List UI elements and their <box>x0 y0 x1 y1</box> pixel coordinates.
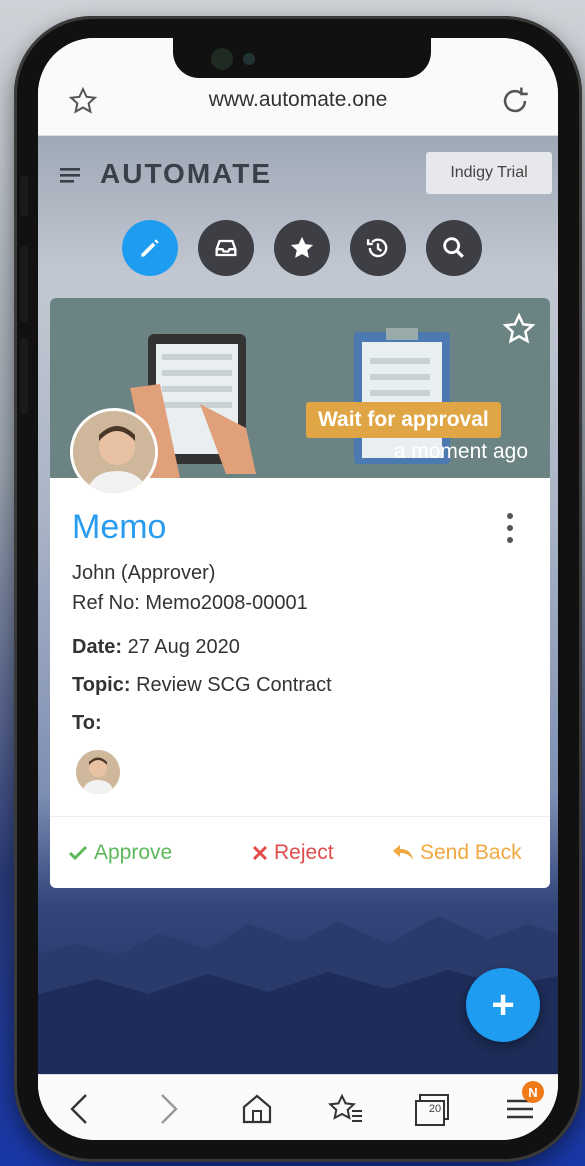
recipient-avatar[interactable] <box>76 750 120 794</box>
topic-value: Review SCG Contract <box>136 674 332 696</box>
phone-volume-down <box>20 338 28 414</box>
add-button[interactable]: + <box>466 968 540 1042</box>
phone-screen: www.automate.one AUTOMATE Indigy Trial W… <box>38 38 558 1140</box>
approver-text: John (Approver) <box>72 562 216 584</box>
search-icon <box>443 237 464 258</box>
cross-icon <box>252 845 268 861</box>
memo-title[interactable]: Memo <box>72 508 166 547</box>
trial-badge[interactable]: Indigy Trial <box>426 152 552 194</box>
app-brand: AUTOMATE <box>100 158 273 189</box>
camera-icon <box>211 48 233 70</box>
notification-badge: N <box>522 1081 544 1103</box>
forward-icon[interactable] <box>158 1093 180 1130</box>
star-icon <box>290 236 314 258</box>
send-back-button[interactable]: Send Back <box>392 841 522 865</box>
app-header: AUTOMATE Indigy Trial <box>38 136 558 214</box>
send-back-label: Send Back <box>420 841 522 864</box>
reply-icon <box>393 845 413 860</box>
back-icon[interactable] <box>68 1093 90 1130</box>
compose-button[interactable] <box>122 220 178 276</box>
checkmark-icon <box>68 845 88 861</box>
date-label: Date: <box>72 636 123 658</box>
more-options-icon[interactable] <box>506 512 514 549</box>
status-badge: Wait for approval <box>306 402 501 438</box>
search-button[interactable] <box>426 220 482 276</box>
date-row: Date: 27 Aug 2020 <box>72 636 240 659</box>
topic-row: Topic: Review SCG Contract <box>72 674 332 697</box>
history-icon <box>366 238 388 258</box>
reference-number: Ref No: Memo2008-00001 <box>72 592 308 614</box>
topic-label: Topic: <box>72 674 131 696</box>
inbox-button[interactable] <box>198 220 254 276</box>
avatar <box>70 408 158 496</box>
card-timestamp: a moment ago <box>393 440 528 463</box>
phone-volume-up <box>20 246 28 322</box>
phone-notch <box>173 38 431 78</box>
to-row: To: <box>72 712 102 735</box>
home-icon[interactable] <box>240 1093 274 1130</box>
url-text[interactable]: www.automate.one <box>38 88 558 112</box>
action-toolbar <box>122 220 482 276</box>
memo-card[interactable]: Wait for approval a moment ago Memo John… <box>50 298 550 888</box>
card-actions: Approve Reject Send Back <box>50 816 550 888</box>
phone-side-button <box>20 176 28 216</box>
sensor-icon <box>243 53 255 65</box>
to-label: To: <box>72 712 102 734</box>
reload-icon[interactable] <box>498 84 532 123</box>
tabs-count: 20 <box>428 1103 442 1115</box>
browser-bottom-nav: 20 N <box>38 1074 558 1140</box>
menu-icon[interactable] <box>60 166 82 189</box>
bookmarks-icon[interactable] <box>328 1093 364 1130</box>
app-content: AUTOMATE Indigy Trial Wait for approval … <box>38 136 558 1074</box>
inbox-icon <box>215 239 237 257</box>
approve-button[interactable]: Approve <box>68 841 172 865</box>
reject-button[interactable]: Reject <box>252 841 334 865</box>
approve-label: Approve <box>94 841 173 864</box>
history-button[interactable] <box>350 220 406 276</box>
favorite-star-icon[interactable] <box>502 312 536 351</box>
reject-label: Reject <box>274 841 334 864</box>
pencil-icon <box>141 239 159 257</box>
date-value: 27 Aug 2020 <box>127 636 240 658</box>
favorites-button[interactable] <box>274 220 330 276</box>
